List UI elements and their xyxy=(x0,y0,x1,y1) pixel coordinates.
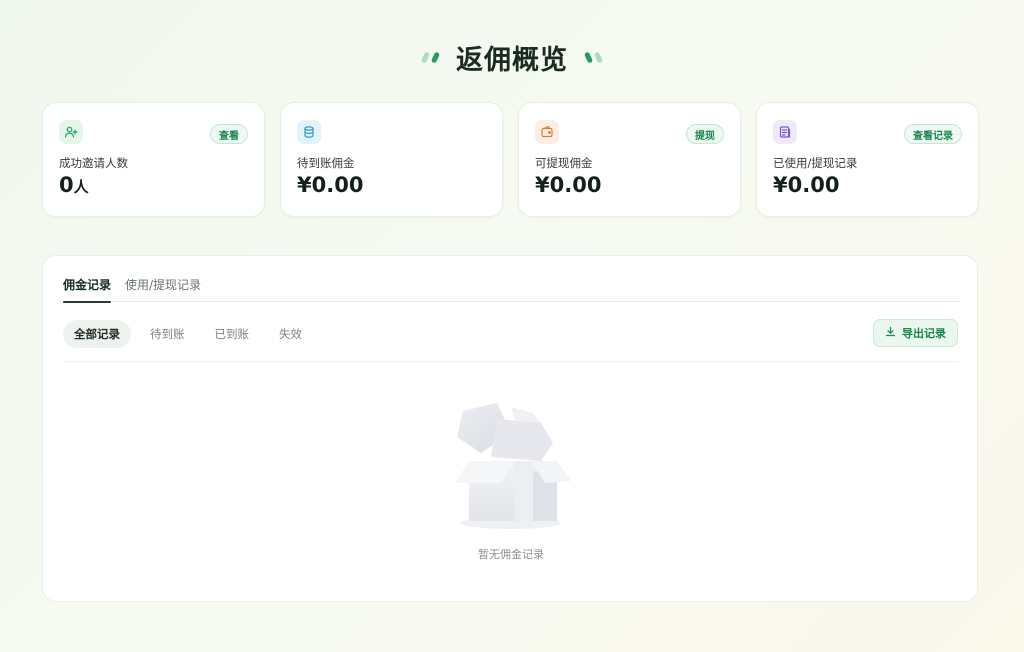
invited-users-value: 0人 xyxy=(59,173,89,197)
empty-box-icon xyxy=(445,401,575,535)
used-withdrawn-value: ¥0.00 xyxy=(773,173,840,197)
export-button[interactable]: 导出记录 xyxy=(873,319,958,347)
user-plus-icon xyxy=(59,120,83,144)
page-header: 返佣概览 xyxy=(0,38,1024,77)
invited-users-label: 成功邀请人数 xyxy=(59,156,128,170)
withdraw-button[interactable]: 提现 xyxy=(686,124,724,144)
pending-commission-card: 待到账佣金 ¥0.00 xyxy=(280,102,503,217)
withdrawable-commission-value: ¥0.00 xyxy=(535,173,602,197)
document-icon xyxy=(773,120,797,144)
pending-commission-value: ¥0.00 xyxy=(297,173,364,197)
records-tabs: 佣金记录 使用/提现记录 xyxy=(63,276,959,303)
withdrawable-commission-label: 可提现佣金 xyxy=(535,156,593,170)
withdrawable-commission-card: 提现 可提现佣金 ¥0.00 xyxy=(518,102,741,217)
filter-invalid[interactable]: 失效 xyxy=(268,320,313,348)
view-records-button[interactable]: 查看记录 xyxy=(904,124,962,144)
records-panel: 佣金记录 使用/提现记录 全部记录 待到账 已到账 失效 导出记录 暂无佣金记录 xyxy=(42,255,978,602)
pending-commission-label: 待到账佣金 xyxy=(297,156,355,170)
invited-users-unit: 人 xyxy=(73,178,89,196)
title-decoration-right-icon xyxy=(583,51,604,64)
filter-all[interactable]: 全部记录 xyxy=(63,320,131,348)
divider xyxy=(63,361,959,362)
used-withdrawn-label: 已使用/提现记录 xyxy=(773,156,858,170)
filter-received[interactable]: 已到账 xyxy=(204,320,261,348)
tab-commission-records[interactable]: 佣金记录 xyxy=(63,276,112,303)
summary-cards: 查看 成功邀请人数 0人 待到账佣金 ¥0.00 提现 可提现佣金 ¥0.00 xyxy=(42,102,979,217)
title-decoration-left-icon xyxy=(420,51,441,64)
invited-users-card: 查看 成功邀请人数 0人 xyxy=(42,102,265,217)
tab-usage-withdraw-records[interactable]: 使用/提现记录 xyxy=(125,276,201,302)
view-invites-button[interactable]: 查看 xyxy=(210,124,248,144)
page-title: 返佣概览 xyxy=(456,45,568,76)
filter-pending[interactable]: 待到账 xyxy=(139,320,196,348)
wallet-icon xyxy=(535,120,559,144)
coins-icon xyxy=(297,120,321,144)
status-filters: 全部记录 待到账 已到账 失效 xyxy=(63,320,313,348)
download-icon xyxy=(885,326,896,340)
export-label: 导出记录 xyxy=(902,327,946,340)
empty-state-text: 暂无佣金记录 xyxy=(478,548,544,561)
invited-users-count: 0 xyxy=(59,173,74,197)
used-withdrawn-card: 查看记录 已使用/提现记录 ¥0.00 xyxy=(756,102,979,217)
